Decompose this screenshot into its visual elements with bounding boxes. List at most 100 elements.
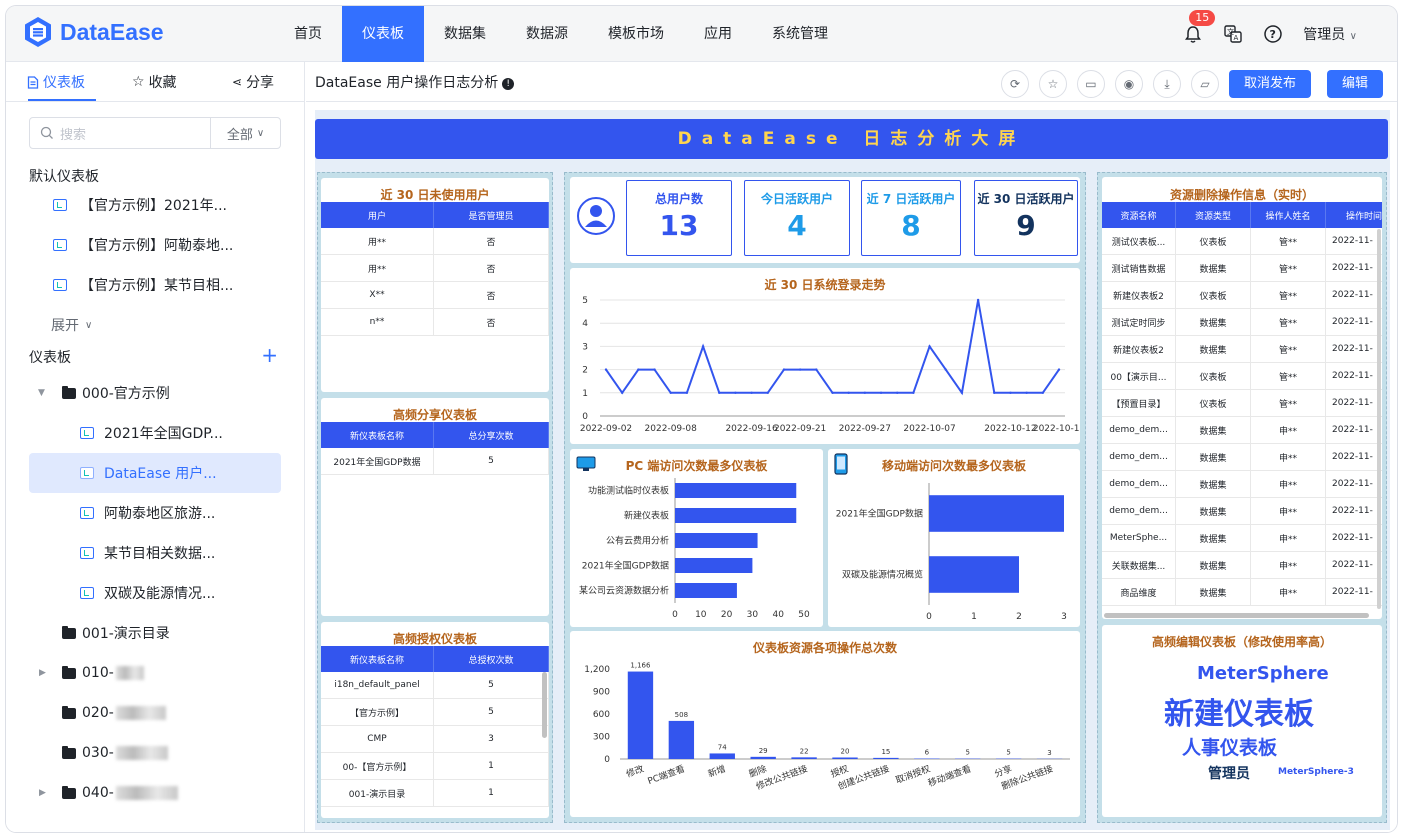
menu-dataset[interactable]: 数据集: [424, 6, 506, 62]
wordcloud-word[interactable]: 管理员: [1208, 763, 1250, 783]
translate-icon[interactable]: 文A: [1223, 24, 1243, 44]
table-row[interactable]: CMP 3: [321, 726, 549, 753]
table-cell: 1: [434, 753, 549, 779]
search-scope-select[interactable]: 全部 ∨: [210, 118, 280, 148]
table-row[interactable]: 【官方示例】 5: [321, 699, 549, 726]
caret-right-icon: ▶: [39, 668, 46, 678]
column-header[interactable]: 操作人姓名: [1251, 202, 1326, 228]
wordcloud-word[interactable]: 新建仪表板: [1164, 689, 1314, 733]
tree-folder[interactable]: ▶ 010-: [6, 653, 305, 693]
tab-favorites[interactable]: ☆ 收藏: [132, 72, 177, 92]
wordcloud-word[interactable]: MeterSphere-3: [1278, 767, 1354, 777]
column-header[interactable]: 新仪表板名称: [321, 422, 434, 448]
unpublish-button[interactable]: 取消发布: [1228, 70, 1311, 98]
favorite-button[interactable]: ☆: [1038, 70, 1067, 98]
refresh-button[interactable]: ⟳: [1000, 70, 1029, 98]
tree-folder[interactable]: ▶ 040-: [6, 773, 305, 813]
tree-dashboard-item[interactable]: 双碳及能源情况...: [6, 573, 305, 613]
menu-apps[interactable]: 应用: [684, 6, 752, 62]
table-scrollbar[interactable]: [542, 672, 547, 738]
column-header[interactable]: 总授权次数: [434, 646, 549, 672]
table-row[interactable]: 商品维度 数据集 申** 2022-11-: [1102, 579, 1382, 606]
table-row[interactable]: 新建仪表板2 数据集 管** 2022-11-: [1102, 336, 1382, 363]
move-button[interactable]: ▱: [1190, 70, 1219, 98]
table-row[interactable]: 测试定时同步 数据集 管** 2022-11-: [1102, 309, 1382, 336]
fullscreen-button[interactable]: ▭: [1076, 70, 1105, 98]
expand-toggle[interactable]: 展开 ∨: [6, 305, 305, 345]
menu-system[interactable]: 系统管理: [752, 6, 848, 62]
table-row[interactable]: demo_dem... 数据集 申** 2022-11-: [1102, 498, 1382, 525]
table-row[interactable]: X** 否: [321, 282, 549, 309]
table-row[interactable]: 00-【官方示例】 1: [321, 753, 549, 780]
table-row[interactable]: MeterSphe... 数据集 申** 2022-11-: [1102, 525, 1382, 552]
menu-dashboard[interactable]: 仪表板: [342, 6, 424, 62]
tree-folder[interactable]: 020-: [6, 693, 305, 733]
tab-share-label: 分享: [246, 75, 275, 91]
tree-folder[interactable]: 030-: [6, 733, 305, 773]
tree-dashboard-item-selected[interactable]: DataEase 用户...: [29, 453, 281, 493]
menu-datasource[interactable]: 数据源: [506, 6, 588, 62]
operation-count-panel: 仪表板资源各项操作总次数 0 300 600 900 1,200 1,166 修改 508 PC…: [570, 631, 1080, 817]
table-row[interactable]: 001-演示目录 1: [321, 780, 549, 807]
table-row[interactable]: 2021年全国GDP数据 5: [321, 448, 549, 475]
table-row[interactable]: demo_dem... 数据集 申** 2022-11-: [1102, 444, 1382, 471]
data-point: [815, 368, 818, 371]
logo[interactable]: DataEase: [22, 16, 164, 48]
table-row[interactable]: 新建仪表板2 仪表板 管** 2022-11-: [1102, 282, 1382, 309]
table-cell: 仪表板: [1176, 282, 1251, 308]
table-row[interactable]: 用** 否: [321, 228, 549, 255]
column-header[interactable]: 总分享次数: [434, 422, 549, 448]
table-h-scrollbar[interactable]: [1104, 613, 1369, 618]
table-row[interactable]: n** 否: [321, 309, 549, 336]
tree-dashboard-item[interactable]: 2021年全国GDP...: [6, 413, 305, 453]
table-row[interactable]: demo_dem... 数据集 申** 2022-11-: [1102, 471, 1382, 498]
wordcloud-word[interactable]: 人事仪表板: [1182, 733, 1277, 760]
tree-folder[interactable]: 001-演示目录: [6, 613, 305, 653]
table-cell: 申**: [1251, 579, 1326, 605]
table-row[interactable]: 用** 否: [321, 255, 549, 282]
column-header[interactable]: 新仪表板名称: [321, 646, 434, 672]
tree-folder[interactable]: ▼ 000-官方示例: [6, 373, 305, 413]
table-cell: 仪表板: [1176, 390, 1251, 416]
add-dashboard-button[interactable]: +: [261, 345, 278, 365]
help-icon[interactable]: ?: [1263, 24, 1283, 44]
menu-home[interactable]: 首页: [274, 6, 342, 62]
table-cell: 商品维度: [1102, 579, 1176, 605]
column-header[interactable]: 操作时间: [1326, 202, 1382, 228]
search-input[interactable]: 搜索: [60, 124, 210, 143]
download-button[interactable]: ⤓: [1152, 70, 1181, 98]
table-row[interactable]: 测试仪表板... 仪表板 管** 2022-11-: [1102, 228, 1382, 255]
unused-users-table: 用户 是否管理员 用** 否用** 否 X** 否 n** 否: [321, 202, 549, 336]
data-point: [944, 368, 947, 371]
tab-share[interactable]: ⋖ 分享: [232, 72, 274, 92]
preview-button[interactable]: ◉: [1114, 70, 1143, 98]
tree-dashboard-item[interactable]: 某节目相关数据...: [6, 533, 305, 573]
column-header[interactable]: 资源名称: [1102, 202, 1176, 228]
menu-template-market[interactable]: 模板市场: [588, 6, 684, 62]
table-v-scrollbar[interactable]: [1377, 229, 1381, 609]
info-icon[interactable]: !: [502, 77, 515, 90]
dashboard-icon: [53, 199, 67, 211]
edit-button[interactable]: 编辑: [1326, 70, 1383, 98]
wordcloud-word[interactable]: MeterSphere: [1197, 663, 1329, 684]
column-header[interactable]: 资源类型: [1176, 202, 1251, 228]
table-row[interactable]: 【预置目录】 仪表板 管** 2022-11-: [1102, 390, 1382, 417]
table-row[interactable]: 00【演示目... 仪表板 管** 2022-11-: [1102, 363, 1382, 390]
column-header[interactable]: 用户: [321, 202, 434, 228]
category-label: 2021年全国GDP数据: [582, 560, 669, 572]
table-row[interactable]: 测试销售数据 数据集 管** 2022-11-: [1102, 255, 1382, 282]
table-row[interactable]: i18n_default_panel 5: [321, 672, 549, 699]
tree-dashboard-item[interactable]: 阿勒泰地区旅游...: [6, 493, 305, 533]
data-point: [669, 391, 672, 394]
data-point: [685, 391, 689, 394]
column-header[interactable]: 是否管理员: [434, 202, 549, 228]
table-row[interactable]: demo_dem... 数据集 申** 2022-11-: [1102, 417, 1382, 444]
tab-dashboard[interactable]: 仪表板: [27, 72, 85, 92]
user-menu[interactable]: 管理员 ∨: [1303, 24, 1357, 44]
default-dashboard-item[interactable]: 【官方示例】某节目相...: [6, 265, 305, 305]
default-dashboard-item[interactable]: 【官方示例】2021年...: [6, 185, 305, 225]
x-tick-label: 50: [798, 610, 810, 620]
table-row[interactable]: 关联数据集... 数据集 申** 2022-11-: [1102, 552, 1382, 579]
bell-icon[interactable]: 15: [1183, 10, 1216, 44]
default-dashboard-item[interactable]: 【官方示例】阿勒泰地...: [6, 225, 305, 265]
